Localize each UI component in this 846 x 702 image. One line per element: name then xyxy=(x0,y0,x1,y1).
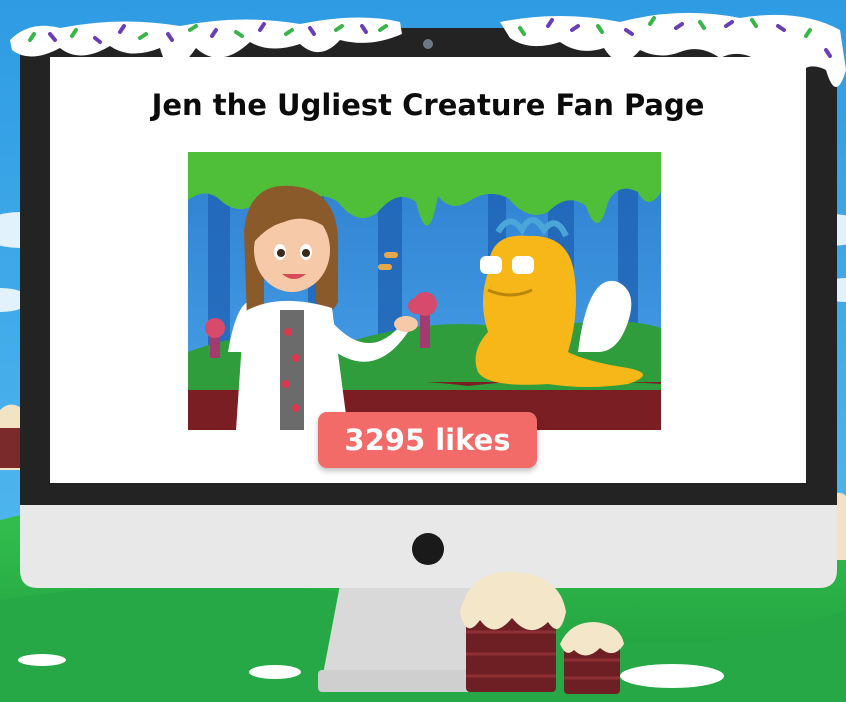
cake-slice-small xyxy=(560,622,624,694)
cake-slice-large xyxy=(460,571,566,692)
likes-button[interactable]: 3295 likes xyxy=(318,412,537,468)
hero-image xyxy=(188,152,661,430)
page-title: Jen the Ugliest Creature Fan Page xyxy=(151,88,705,122)
